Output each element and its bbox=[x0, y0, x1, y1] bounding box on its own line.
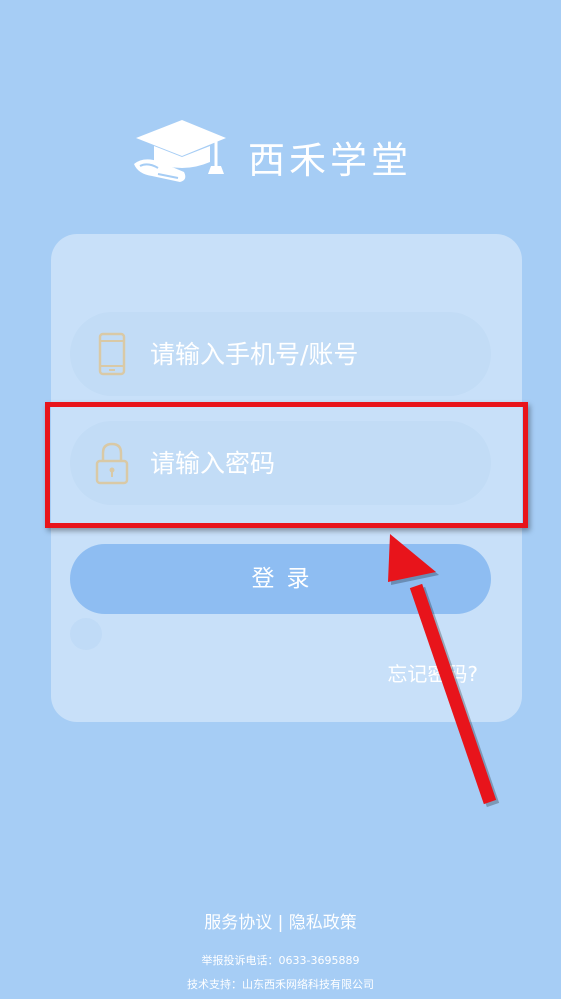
brand-name: 西禾学堂 bbox=[248, 139, 412, 182]
pointer-arrow-icon bbox=[388, 534, 500, 808]
brand-logo: 西禾学堂 bbox=[130, 116, 450, 192]
highlight-box bbox=[45, 402, 528, 528]
report-phone: 举报投诉电话：0633-3695889 bbox=[201, 954, 360, 967]
account-field[interactable] bbox=[70, 312, 491, 396]
footer-separator: | bbox=[277, 913, 284, 933]
privacy-link[interactable]: 隐私政策 bbox=[289, 913, 357, 933]
terms-link[interactable]: 服务协议 bbox=[204, 913, 272, 933]
remember-toggle[interactable] bbox=[70, 618, 102, 650]
footer-links: 服务协议 | 隐私政策 bbox=[0, 908, 561, 933]
tech-support: 技术支持：山东西禾网络科技有限公司 bbox=[187, 978, 374, 991]
graduation-cap-icon bbox=[134, 120, 226, 182]
account-input[interactable] bbox=[150, 312, 470, 396]
phone-icon bbox=[98, 332, 126, 376]
